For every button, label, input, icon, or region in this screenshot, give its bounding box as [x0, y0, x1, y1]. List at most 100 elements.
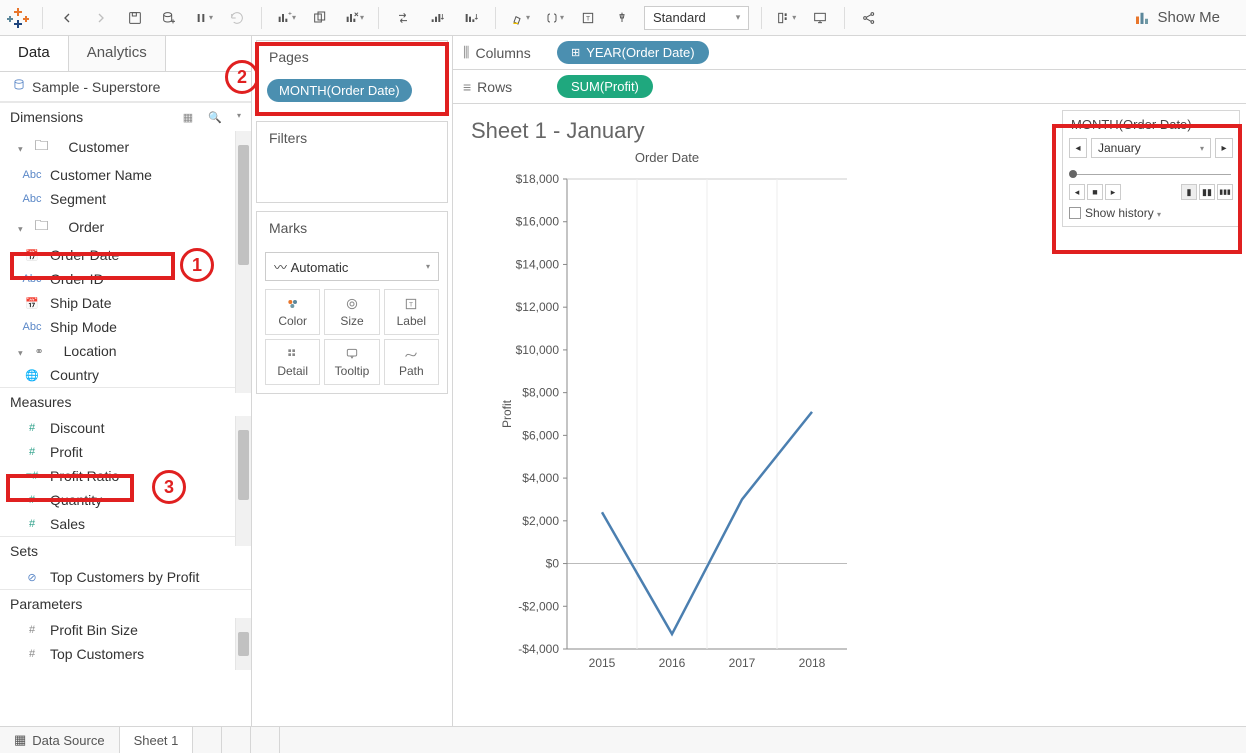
speed-1-button[interactable]: ▮: [1181, 184, 1197, 200]
viz-area: ⫼Columns ⊞YEAR(Order Date) ≡Rows SUM(Pro…: [452, 36, 1246, 726]
param-profit-bin[interactable]: #Profit Bin Size: [0, 618, 251, 642]
fit-dropdown[interactable]: Standard▾: [644, 6, 749, 30]
speed-2-button[interactable]: ▮▮: [1199, 184, 1215, 200]
back-button[interactable]: [55, 6, 79, 30]
calc-icon: =#: [22, 470, 42, 482]
mark-color-button[interactable]: Color: [265, 289, 320, 335]
svg-text:$6,000: $6,000: [522, 428, 559, 442]
new-story-tab[interactable]: +: [251, 727, 280, 753]
speed-3-button[interactable]: ▮▮▮: [1217, 184, 1233, 200]
page-value-dropdown[interactable]: January▾: [1091, 138, 1211, 158]
number-icon: #: [22, 422, 42, 434]
meas-sales[interactable]: #Sales: [0, 512, 251, 536]
show-history-label[interactable]: Show history ▾: [1085, 206, 1161, 220]
dim-segment[interactable]: AbcSegment: [0, 187, 251, 211]
presentation-mode-button[interactable]: [808, 6, 832, 30]
columns-icon: ⫼: [463, 44, 469, 61]
rows-shelf[interactable]: ≡Rows SUM(Profit): [453, 70, 1246, 104]
shelves-column: Pages MONTH(Order Date) Filters Marks 〰 …: [252, 36, 452, 726]
svg-text:$2,000: $2,000: [522, 514, 559, 528]
pages-pill[interactable]: MONTH(Order Date): [267, 79, 412, 102]
page-play-fwd-button[interactable]: ▸: [1105, 184, 1121, 200]
dim-ship-date[interactable]: 📅Ship Date: [0, 291, 251, 315]
show-cards-button[interactable]: ▾: [774, 6, 798, 30]
svg-text:$0: $0: [546, 557, 560, 571]
mark-size-button[interactable]: Size: [324, 289, 379, 335]
page-play-back-button[interactable]: ◂: [1069, 184, 1085, 200]
columns-pill[interactable]: ⊞YEAR(Order Date): [557, 41, 709, 64]
filters-shelf[interactable]: Filters: [256, 121, 448, 203]
clear-sheet-button[interactable]: ▾: [342, 6, 366, 30]
param-top-customers[interactable]: #Top Customers: [0, 642, 251, 666]
save-button[interactable]: [123, 6, 147, 30]
datasource-row[interactable]: Sample - Superstore: [0, 72, 251, 102]
rows-pill[interactable]: SUM(Profit): [557, 75, 653, 98]
duplicate-sheet-button[interactable]: [308, 6, 332, 30]
meas-quantity[interactable]: #Quantity: [0, 488, 251, 512]
forward-button[interactable]: [89, 6, 113, 30]
svg-text:$16,000: $16,000: [516, 215, 560, 229]
show-labels-button[interactable]: T: [576, 6, 600, 30]
pause-updates-button[interactable]: ▾: [191, 6, 215, 30]
mark-detail-button[interactable]: Detail: [265, 339, 320, 385]
new-worksheet-tab[interactable]: +: [193, 727, 222, 753]
tab-analytics[interactable]: Analytics: [68, 36, 166, 71]
show-history-checkbox[interactable]: [1069, 207, 1081, 219]
page-prev-button[interactable]: ◂: [1069, 138, 1087, 158]
view-toggle-icon[interactable]: ▦: [183, 111, 193, 124]
meas-profit-ratio[interactable]: =#Profit Ratio: [0, 464, 251, 488]
tableau-logo-icon: [6, 6, 30, 30]
pages-shelf[interactable]: Pages MONTH(Order Date): [256, 40, 448, 113]
dim-ship-mode[interactable]: AbcShip Mode: [0, 315, 251, 339]
abc-icon: Abc: [22, 273, 42, 285]
svg-text:$10,000: $10,000: [516, 343, 560, 357]
mark-path-button[interactable]: Path: [384, 339, 439, 385]
group-button[interactable]: ▾: [542, 6, 566, 30]
mark-label-button[interactable]: TLabel: [384, 289, 439, 335]
line-chart: $18,000$16,000$14,000$12,000$10,000$8,00…: [497, 169, 857, 679]
columns-shelf[interactable]: ⫼Columns ⊞YEAR(Order Date): [453, 36, 1246, 70]
data-pane: Data Analytics Sample - Superstore Dimen…: [0, 36, 252, 726]
set-top-customers[interactable]: ⊘Top Customers by Profit: [0, 565, 251, 589]
tab-data[interactable]: Data: [0, 36, 68, 71]
globe-icon: 🌐: [22, 369, 42, 382]
dim-location-folder[interactable]: ⚭ Location: [0, 339, 251, 363]
new-dashboard-tab[interactable]: +: [222, 727, 251, 753]
search-icon[interactable]: 🔍: [208, 111, 222, 124]
page-stop-button[interactable]: ■: [1087, 184, 1103, 200]
dimensions-header: Dimensions ▦ 🔍 ▾: [0, 102, 251, 131]
dim-order-id[interactable]: AbcOrder ID: [0, 267, 251, 291]
share-button[interactable]: [857, 6, 881, 30]
mark-type-dropdown[interactable]: 〰 Automatic▾: [265, 252, 439, 281]
page-next-button[interactable]: ▸: [1215, 138, 1233, 158]
page-slider[interactable]: [1071, 168, 1231, 180]
page-control-card: MONTH(Order Date) ◂ January▾ ▸ ◂ ■ ▸: [1056, 104, 1246, 726]
dim-customer-name[interactable]: AbcCustomer Name: [0, 163, 251, 187]
new-worksheet-button[interactable]: +▾: [274, 6, 298, 30]
meas-discount[interactable]: #Discount: [0, 416, 251, 440]
tab-data-source[interactable]: ▦Data Source: [0, 727, 120, 753]
dim-order-folder[interactable]: 🗀 Order: [0, 211, 251, 243]
svg-text:$8,000: $8,000: [522, 386, 559, 400]
sort-asc-button[interactable]: [425, 6, 449, 30]
meas-profit[interactable]: #Profit: [0, 440, 251, 464]
number-icon: #: [22, 624, 42, 636]
sheet-title[interactable]: Sheet 1 - January: [471, 118, 1042, 144]
dim-country[interactable]: 🌐Country: [0, 363, 251, 387]
date-icon: 📅: [22, 249, 42, 262]
sort-desc-button[interactable]: [459, 6, 483, 30]
svg-text:2018: 2018: [799, 656, 826, 670]
refresh-button[interactable]: [225, 6, 249, 30]
mark-tooltip-button[interactable]: Tooltip: [324, 339, 379, 385]
pin-button[interactable]: [610, 6, 634, 30]
svg-text:2015: 2015: [589, 656, 616, 670]
show-me-button[interactable]: Show Me: [1133, 9, 1220, 27]
tab-sheet1[interactable]: Sheet 1: [120, 727, 194, 753]
dim-order-date[interactable]: 📅Order Date: [0, 243, 251, 267]
dim-customer-folder[interactable]: 🗀 Customer: [0, 131, 251, 163]
abc-icon: Abc: [22, 169, 42, 181]
swap-button[interactable]: [391, 6, 415, 30]
new-datasource-button[interactable]: [157, 6, 181, 30]
highlight-button[interactable]: ▾: [508, 6, 532, 30]
measures-list: #Discount #Profit =#Profit Ratio #Quanti…: [0, 416, 251, 536]
